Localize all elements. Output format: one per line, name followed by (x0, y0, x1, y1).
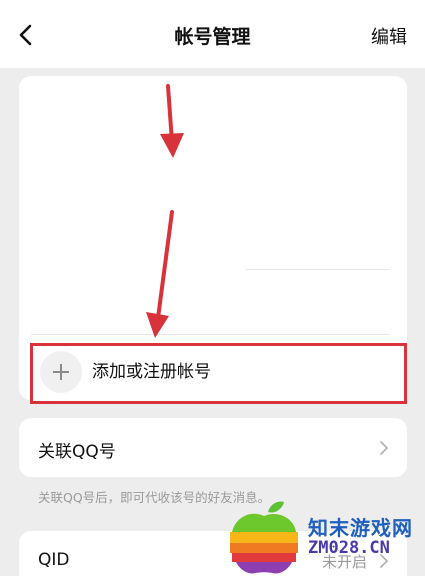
qid-status: 未开启 (321, 553, 367, 571)
qid-label: QID (38, 550, 70, 570)
add-account-button[interactable]: 添加或注册帐号 (31, 344, 407, 404)
divider (31, 334, 389, 335)
link-qq-label: 关联QQ号 (38, 442, 116, 462)
account-item[interactable] (19, 76, 407, 204)
account-item-current[interactable] (19, 204, 407, 373)
top-bar: 帐号管理 编辑 (0, 0, 425, 68)
chevron-right-icon (380, 554, 388, 568)
chevron-right-icon (380, 441, 388, 455)
plus-icon (40, 351, 82, 393)
link-qq-item[interactable]: 关联QQ号 (19, 418, 407, 477)
qid-item[interactable]: QID 未开启 (19, 531, 407, 576)
page-title: 帐号管理 (174, 26, 251, 48)
link-qq-hint: 关联QQ号后，即可代收该号的好友消息。 (38, 490, 271, 505)
add-account-label: 添加或注册帐号 (92, 362, 211, 382)
account-management-screen: 帐号管理 编辑 添加或注册帐号 关联QQ号 关联QQ号后，即可代收该号的好友消息… (0, 0, 425, 576)
edit-button[interactable]: 编辑 (371, 23, 407, 49)
